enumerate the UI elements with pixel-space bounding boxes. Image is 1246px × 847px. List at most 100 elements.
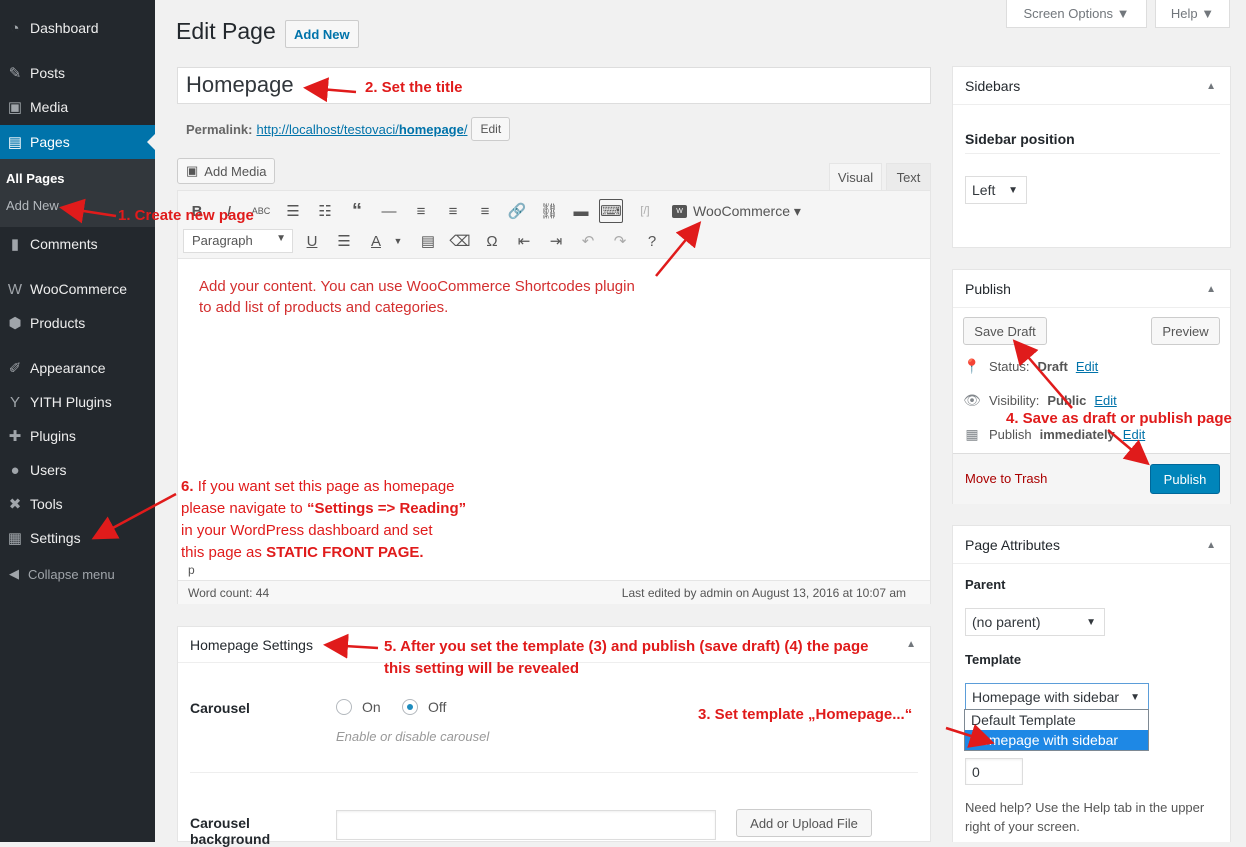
template-select[interactable]: Homepage with sidebar ▼ bbox=[965, 683, 1149, 711]
last-edited: Last edited by admin on August 13, 2016 … bbox=[621, 586, 906, 600]
chevron-down-icon: ▼ bbox=[1130, 691, 1140, 703]
visibility-edit-link[interactable]: Edit bbox=[1094, 393, 1116, 408]
menu-posts[interactable]: ✎ Posts bbox=[0, 56, 155, 90]
divider bbox=[953, 307, 1230, 308]
status-edit-link[interactable]: Edit bbox=[1076, 359, 1098, 374]
template-option-homepage[interactable]: Homepage with sidebar bbox=[965, 730, 1148, 750]
menu-yith-plugins[interactable]: Y YITH Plugins bbox=[0, 385, 155, 419]
menu-media[interactable]: ▣ Media bbox=[0, 90, 155, 124]
radio-circle bbox=[336, 699, 352, 715]
align-center-icon[interactable]: ≡ bbox=[441, 199, 465, 223]
align-right-icon[interactable]: ≡ bbox=[473, 199, 497, 223]
collapse-arrow-icon[interactable]: ▲ bbox=[1206, 540, 1216, 551]
add-new-button[interactable]: Add New bbox=[285, 20, 359, 48]
special-character-icon[interactable]: Ω bbox=[480, 229, 504, 253]
align-left-icon[interactable]: ≡ bbox=[409, 199, 433, 223]
annotation-number: 6. bbox=[181, 478, 194, 495]
text-color-icon[interactable]: A bbox=[364, 229, 388, 253]
toolbar-toggle-icon[interactable]: ⌨ bbox=[599, 199, 623, 223]
word-count: Word count: 44 bbox=[188, 586, 270, 600]
collapse-arrow-icon[interactable]: ▲ bbox=[1206, 81, 1216, 92]
submenu-all-pages[interactable]: All Pages bbox=[6, 171, 65, 186]
menu-tools[interactable]: ✖ Tools bbox=[0, 487, 155, 521]
schedule-row: ▦ Publish immediately Edit bbox=[963, 426, 1145, 443]
carousel-on-radio[interactable]: On bbox=[336, 699, 381, 715]
publish-button[interactable]: Publish bbox=[1150, 464, 1220, 494]
underline-icon[interactable]: U bbox=[300, 229, 324, 253]
permalink-edit-button[interactable]: Edit bbox=[471, 117, 511, 141]
screen-options-button[interactable]: Screen Options ▼ bbox=[1006, 0, 1147, 28]
schedule-edit-link[interactable]: Edit bbox=[1123, 427, 1145, 442]
menu-pages[interactable]: ▤ Pages bbox=[0, 125, 155, 159]
indent-icon[interactable]: ⇥ bbox=[544, 229, 568, 253]
menu-label: Posts bbox=[30, 65, 66, 81]
outdent-icon[interactable]: ⇤ bbox=[512, 229, 536, 253]
bullet-list-icon[interactable]: ☰ bbox=[281, 199, 305, 223]
page-attributes-box: Page Attributes ▲ Parent (no parent) ▼ Te… bbox=[952, 525, 1231, 842]
carousel-description: Enable or disable carousel bbox=[336, 729, 490, 744]
off-label: Off bbox=[428, 699, 447, 715]
menu-appearance[interactable]: ✐ Appearance bbox=[0, 351, 155, 385]
menu-label: Tools bbox=[30, 496, 63, 512]
menu-plugins[interactable]: ✚ Plugins bbox=[0, 419, 155, 453]
numbered-list-icon[interactable]: ☷ bbox=[313, 199, 337, 223]
comment-icon: ▮ bbox=[10, 236, 20, 253]
parent-select[interactable]: (no parent) ▼ bbox=[965, 608, 1105, 636]
format-select[interactable]: Paragraph ▼ bbox=[183, 229, 293, 253]
blockquote-icon[interactable]: “ bbox=[345, 199, 369, 223]
collapse-arrow-icon[interactable]: ▲ bbox=[1206, 284, 1216, 295]
woocommerce-shortcode-button[interactable]: W WooCommerce ▾ bbox=[672, 199, 801, 223]
preview-button[interactable]: Preview bbox=[1151, 317, 1220, 345]
status-value: Draft bbox=[1037, 359, 1068, 374]
sidebar-position-select[interactable]: Left ▼ bbox=[965, 176, 1027, 204]
permalink-slug: homepage bbox=[398, 121, 464, 137]
permalink-link[interactable]: http://localhost/testovaci/homepage/ bbox=[256, 122, 467, 137]
annotation-homepage-tip: 6. If you want set this page as homepage… bbox=[181, 476, 466, 564]
unlink-icon[interactable]: ⛓ bbox=[537, 199, 561, 223]
permalink: Permalink: http://localhost/testovaci/ho… bbox=[186, 117, 511, 141]
redo-icon[interactable]: ↷ bbox=[608, 229, 632, 253]
menu-comments[interactable]: ▮ Comments bbox=[0, 227, 155, 261]
menu-users[interactable]: ● Users bbox=[0, 453, 155, 487]
collapse-menu[interactable]: ◀ Collapse menu bbox=[0, 560, 115, 588]
menu-dashboard[interactable]: ◔ Dashboard bbox=[0, 11, 155, 45]
template-option-default[interactable]: Default Template bbox=[965, 710, 1148, 730]
annotation-line: please navigate to bbox=[181, 500, 307, 517]
link-icon[interactable]: 🔗 bbox=[505, 199, 529, 223]
help-button[interactable]: Help ▼ bbox=[1155, 0, 1230, 28]
carousel-off-radio[interactable]: Off bbox=[402, 699, 446, 715]
read-more-icon[interactable]: ▬ bbox=[569, 199, 593, 223]
menu-settings[interactable]: ▦ Settings bbox=[0, 521, 155, 555]
chevron-down-icon[interactable]: ▼ bbox=[386, 229, 410, 253]
undo-icon[interactable]: ↶ bbox=[576, 229, 600, 253]
permalink-base: http://localhost/testovaci/ bbox=[256, 121, 399, 137]
order-input[interactable]: 0 bbox=[965, 758, 1023, 785]
users-icon: ● bbox=[10, 461, 20, 479]
publish-box: Publish ▲ Save Draft Preview 📍 Status: Dra… bbox=[952, 269, 1231, 504]
submenu-add-new[interactable]: Add New bbox=[6, 198, 59, 213]
menu-products[interactable]: ⬢ Products bbox=[0, 306, 155, 340]
menu-label: Pages bbox=[30, 134, 70, 150]
collapse-arrow-icon[interactable]: ▲ bbox=[906, 639, 916, 650]
parent-value: (no parent) bbox=[972, 614, 1041, 630]
shortcode-icon[interactable]: [/] bbox=[633, 199, 657, 223]
add-media-button[interactable]: ▣ Add Media bbox=[177, 158, 276, 184]
on-label: On bbox=[362, 699, 381, 715]
permalink-label: Permalink: bbox=[186, 121, 253, 137]
status-row: 📍 Status: Draft Edit bbox=[963, 358, 1098, 375]
menu-woocommerce[interactable]: W WooCommerce bbox=[0, 272, 155, 306]
tab-visual[interactable]: Visual bbox=[829, 163, 882, 191]
divider bbox=[965, 153, 1220, 154]
horizontal-line-icon[interactable]: — bbox=[377, 199, 401, 223]
justify-icon[interactable]: ☰ bbox=[332, 229, 356, 253]
help-circle-icon[interactable]: ? bbox=[640, 229, 664, 253]
title-input[interactable]: Homepage bbox=[177, 67, 931, 104]
save-draft-button[interactable]: Save Draft bbox=[963, 317, 1047, 345]
carousel-background-input[interactable] bbox=[336, 810, 716, 840]
menu-label: Users bbox=[30, 462, 67, 478]
tab-text[interactable]: Text bbox=[886, 163, 931, 191]
paste-text-icon[interactable]: ▤ bbox=[416, 229, 440, 253]
clear-formatting-icon[interactable]: ⌫ bbox=[448, 229, 472, 253]
move-to-trash-link[interactable]: Move to Trash bbox=[965, 471, 1047, 486]
upload-file-button[interactable]: Add or Upload File bbox=[736, 809, 872, 837]
